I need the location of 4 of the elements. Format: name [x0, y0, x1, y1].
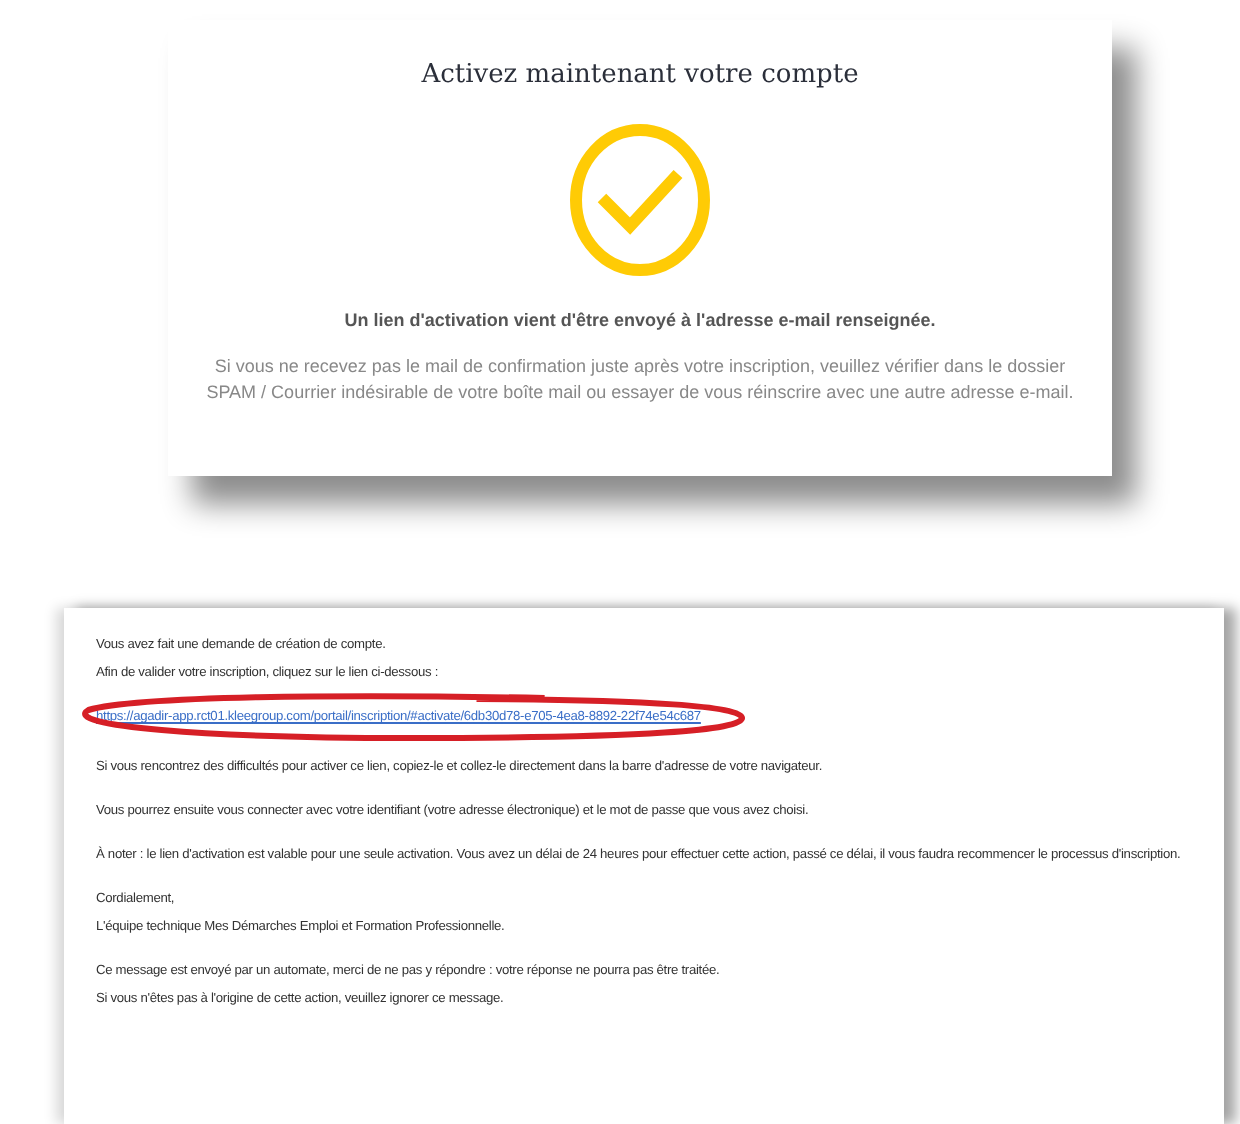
spam-note: Si vous ne recevez pas le mail de confirmation juste après votre inscription, veuillez vérifier dans le dossier SPAM / Courrier indésirable de votre boîte mail ou essayer de vous réinscrire avec une autre adresse e-mail.: [204, 354, 1076, 406]
checkmark-circle-icon: [568, 122, 712, 278]
confirmation-message: Un lien d'activation vient d'être envoyé à l'adresse e-mail renseignée.: [344, 310, 936, 330]
card-title: Activez maintenant votre compte: [421, 60, 859, 90]
